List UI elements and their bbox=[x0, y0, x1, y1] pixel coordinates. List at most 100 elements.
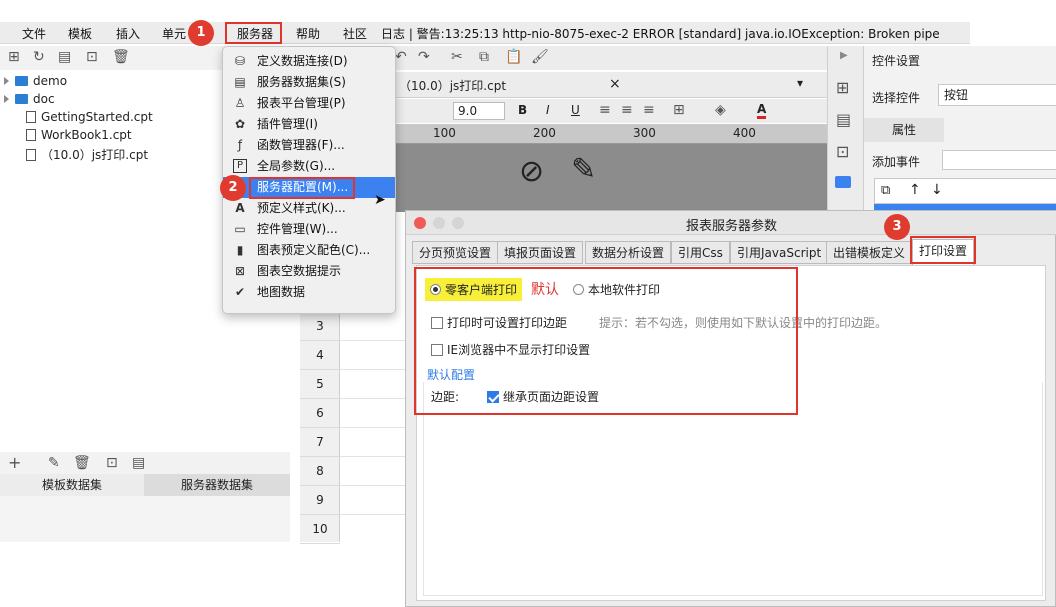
open-icon[interactable]: ▤ bbox=[58, 49, 71, 65]
tree-item-demo[interactable]: demo bbox=[4, 74, 67, 92]
delete-icon[interactable]: 🗑 bbox=[112, 49, 130, 65]
delete-dataset-icon[interactable]: 🗑 bbox=[73, 455, 91, 471]
dataset-tabs: 模板数据集 服务器数据集 bbox=[0, 474, 290, 496]
preview-icon[interactable]: ⊡ bbox=[106, 455, 118, 471]
underline-button[interactable]: U bbox=[571, 103, 580, 117]
tab-fill-page[interactable]: 填报页面设置 bbox=[497, 241, 584, 264]
add-dataset-icon[interactable]: + bbox=[8, 453, 21, 472]
tab-server-dataset[interactable]: 服务器数据集 bbox=[144, 474, 290, 496]
copy-icon[interactable]: ⧉ bbox=[479, 49, 489, 65]
menu-item-empty-data-tip[interactable]: ⊠ 图表空数据提示 bbox=[223, 261, 395, 282]
event-icon[interactable] bbox=[835, 176, 851, 188]
tab-template-dataset[interactable]: 模板数据集 bbox=[0, 474, 144, 496]
step-badge-2: 2 bbox=[220, 175, 246, 201]
align-left-icon[interactable]: ≡ bbox=[599, 102, 611, 118]
align-center-icon[interactable]: ≡ bbox=[621, 102, 633, 118]
font-size-select[interactable]: 9.0 bbox=[453, 102, 505, 120]
grid-line bbox=[340, 398, 406, 399]
folder-icon bbox=[15, 76, 28, 86]
menu-file[interactable]: 文件 bbox=[22, 25, 46, 42]
paste-icon[interactable]: 📋 bbox=[505, 49, 522, 65]
move-up-icon[interactable]: ↑ bbox=[909, 182, 921, 198]
collapse-arrow-icon[interactable]: ▶ bbox=[840, 50, 848, 61]
grid-line bbox=[340, 456, 406, 457]
row-header[interactable]: 9 bbox=[300, 486, 340, 515]
menu-template[interactable]: 模板 bbox=[68, 25, 92, 42]
cell-attr-icon[interactable]: ⊞ bbox=[836, 78, 849, 97]
expand-icon[interactable] bbox=[4, 95, 9, 103]
menu-help[interactable]: 帮助 bbox=[296, 25, 320, 42]
edit-icon[interactable]: ✎ bbox=[48, 455, 60, 471]
tab-data-analysis[interactable]: 数据分析设置 bbox=[585, 241, 672, 264]
tab-paging-preview[interactable]: 分页预览设置 bbox=[412, 241, 499, 264]
tree-item-gettingstarted[interactable]: GettingStarted.cpt bbox=[26, 110, 153, 128]
row-header[interactable]: 10 bbox=[300, 515, 340, 544]
server-dataset-icon[interactable]: ▤ bbox=[132, 455, 145, 471]
menu-item-server-dataset[interactable]: ▤ 服务器数据集(S) bbox=[223, 72, 395, 93]
pencil-edit-icon[interactable]: ✎ bbox=[571, 152, 596, 187]
mouse-cursor-icon: ➤ bbox=[374, 192, 386, 208]
tab-ref-javascript[interactable]: 引用JavaScript bbox=[730, 241, 829, 264]
row-header[interactable]: 8 bbox=[300, 457, 340, 486]
close-window-button[interactable] bbox=[414, 217, 426, 229]
tab-attributes[interactable]: 属性 bbox=[864, 118, 944, 142]
plugin-icon: ✿ bbox=[234, 117, 246, 131]
menu-item-map-data[interactable]: ✔ 地图数据 bbox=[223, 282, 395, 303]
row-header[interactable]: 7 bbox=[300, 428, 340, 457]
menu-item-chart-colors[interactable]: ▮ 图表预定义配色(C)... bbox=[223, 240, 395, 261]
new-folder-icon[interactable]: ⊞ bbox=[8, 49, 20, 65]
widget-type-select[interactable]: 按钮 bbox=[938, 84, 1056, 106]
close-tab-icon[interactable]: × bbox=[609, 76, 621, 92]
format-painter-icon[interactable]: 🖌 bbox=[531, 49, 549, 65]
redo-icon[interactable]: ↷ bbox=[418, 49, 430, 65]
minimize-window-button[interactable] bbox=[433, 217, 445, 229]
row-header[interactable]: 5 bbox=[300, 370, 340, 399]
menu-item-widget-manager[interactable]: ▭ 控件管理(W)... bbox=[223, 219, 395, 240]
menu-item-define-connection[interactable]: ⛁ 定义数据连接(D) bbox=[223, 51, 395, 72]
hide-eye-icon[interactable]: ⊘ bbox=[519, 154, 544, 189]
zoom-window-button[interactable] bbox=[452, 217, 464, 229]
row-headers: 3 4 5 6 7 8 9 10 bbox=[300, 312, 340, 544]
menu-item-function-manager[interactable]: ƒ 函数管理器(F)... bbox=[223, 135, 395, 156]
row-header[interactable]: 4 bbox=[300, 341, 340, 370]
design-canvas[interactable]: ⊘ ✎ bbox=[385, 144, 827, 212]
menu-item-global-params[interactable]: P 全局参数(G)... bbox=[223, 156, 395, 177]
menu-community[interactable]: 社区 bbox=[343, 25, 367, 42]
tab-menu-icon[interactable]: ▾ bbox=[797, 76, 803, 90]
font-color-button[interactable]: A bbox=[757, 102, 767, 119]
tab-ref-css[interactable]: 引用Css bbox=[671, 241, 730, 264]
row-header[interactable]: 3 bbox=[300, 312, 340, 341]
bold-button[interactable]: B bbox=[518, 103, 527, 117]
function-manager-icon: ƒ bbox=[237, 138, 243, 152]
menu-cell[interactable]: 单元 bbox=[162, 25, 186, 42]
align-right-icon[interactable]: ≡ bbox=[643, 102, 655, 118]
fill-color-icon[interactable]: ◈ bbox=[715, 102, 726, 118]
tree-item-js-print[interactable]: （10.0）js打印.cpt bbox=[26, 146, 148, 164]
log-message[interactable]: 日志 | 警告:13:25:13 http-nio-8075-exec-2 ER… bbox=[381, 25, 940, 42]
tab-error-template[interactable]: 出错模板定义 bbox=[826, 241, 913, 264]
global-param-icon: P bbox=[233, 159, 247, 173]
add-event-select[interactable] bbox=[942, 150, 1056, 170]
grid-line bbox=[340, 485, 406, 486]
cell-grid[interactable] bbox=[340, 312, 406, 542]
expand-icon[interactable] bbox=[4, 77, 9, 85]
copy-event-icon[interactable]: ⧉ bbox=[881, 183, 890, 198]
undo-icon[interactable]: ↶ bbox=[395, 49, 407, 65]
italic-button[interactable]: I bbox=[546, 103, 550, 117]
document-tab[interactable]: （10.0）js打印.cpt bbox=[399, 77, 506, 94]
menu-insert[interactable]: 插入 bbox=[116, 25, 140, 42]
border-icon[interactable]: ⊞ bbox=[673, 102, 685, 118]
menu-item-predefined-style[interactable]: A 预定义样式(K)... bbox=[223, 198, 395, 219]
condition-icon[interactable]: ⊡ bbox=[836, 142, 849, 161]
locate-icon[interactable]: ⊡ bbox=[86, 49, 98, 65]
widget-settings-icon[interactable]: ▤ bbox=[836, 110, 851, 129]
menu-item-plugin-manager[interactable]: ✿ 插件管理(I) bbox=[223, 114, 395, 135]
tree-item-doc[interactable]: doc bbox=[4, 92, 55, 110]
refresh-icon[interactable]: ↻ bbox=[33, 49, 45, 65]
document-tab-bar: （10.0）js打印.cpt × ▾ bbox=[385, 72, 827, 98]
move-down-icon[interactable]: ↓ bbox=[931, 182, 943, 198]
cut-icon[interactable]: ✂ bbox=[451, 49, 463, 65]
tree-item-workbook1[interactable]: WorkBook1.cpt bbox=[26, 128, 132, 146]
row-header[interactable]: 6 bbox=[300, 399, 340, 428]
menu-item-platform-manager[interactable]: ♙ 报表平台管理(P) bbox=[223, 93, 395, 114]
